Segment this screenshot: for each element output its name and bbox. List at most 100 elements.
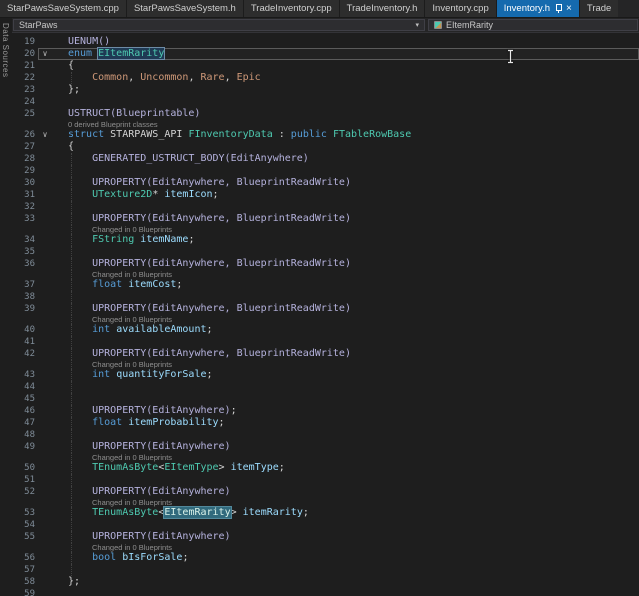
- line-number: 39: [24, 304, 35, 314]
- code-text: bool bIsForSale;: [52, 552, 639, 564]
- codelens-row: Changed in 0 Blueprints: [12, 543, 639, 552]
- fold-gutter: [38, 177, 52, 189]
- project-name: StarPaws: [19, 20, 58, 30]
- code-line-40[interactable]: 40 int availableAmount;: [12, 324, 639, 336]
- code-text: UPROPERTY(EditAnywhere): [52, 441, 639, 453]
- codelens-link[interactable]: 0 derived Blueprint classes: [68, 120, 158, 129]
- fold-gutter: [38, 360, 52, 369]
- codelens-text: Changed in 0 Blueprints: [52, 270, 639, 279]
- code-line-58[interactable]: 58};: [12, 576, 639, 588]
- fold-gutter: [38, 381, 52, 393]
- pin-icon[interactable]: [554, 3, 563, 14]
- project-dropdown[interactable]: StarPaws ▾: [13, 19, 425, 31]
- token: Uncommon: [140, 72, 189, 83]
- close-icon[interactable]: ×: [566, 3, 572, 14]
- code-line-25[interactable]: 25 USTRUCT(Blueprintable): [12, 108, 639, 120]
- code-line-21[interactable]: 21 {: [12, 60, 639, 72]
- codelens-link[interactable]: Changed in 0 Blueprints: [92, 225, 172, 234]
- fold-gutter: [38, 315, 52, 324]
- code-line-24[interactable]: 24: [12, 96, 639, 108]
- fold-gutter: [38, 225, 52, 234]
- code-text: UPROPERTY(EditAnywhere, BlueprintReadWri…: [52, 303, 639, 315]
- code-line-27[interactable]: 27 {: [12, 141, 639, 153]
- code-line-38[interactable]: 38: [12, 291, 639, 303]
- code-line-41[interactable]: 41: [12, 336, 639, 348]
- tab-starpawssavesystem.cpp[interactable]: StarPawsSaveSystem.cpp: [0, 0, 127, 17]
- code-line-33[interactable]: 33 UPROPERTY(EditAnywhere, BlueprintRead…: [12, 213, 639, 225]
- codelens-link[interactable]: Changed in 0 Blueprints: [92, 543, 172, 552]
- code-line-30[interactable]: 30 UPROPERTY(EditAnywhere, BlueprintRead…: [12, 177, 639, 189]
- line-number: 59: [24, 589, 35, 596]
- codelens-link[interactable]: Changed in 0 Blueprints: [92, 360, 172, 369]
- code-line-42[interactable]: 42 UPROPERTY(EditAnywhere, BlueprintRead…: [12, 348, 639, 360]
- line-number: 38: [24, 292, 35, 302]
- code-line-22[interactable]: 22 Common, Uncommon, Rare, Epic: [12, 72, 639, 84]
- code-line-48[interactable]: 48: [12, 429, 639, 441]
- code-line-36[interactable]: 36 UPROPERTY(EditAnywhere, BlueprintRead…: [12, 258, 639, 270]
- code-line-23[interactable]: 23};: [12, 84, 639, 96]
- fold-gutter: [38, 72, 52, 84]
- code-line-32[interactable]: 32: [12, 201, 639, 213]
- code-line-31[interactable]: 31 UTexture2D* itemIcon;: [12, 189, 639, 201]
- token: FTableRowBase: [332, 129, 412, 140]
- code-line-28[interactable]: 28 GENERATED_USTRUCT_BODY(EditAnywhere): [12, 153, 639, 165]
- code-line-59[interactable]: 59: [12, 588, 639, 596]
- code-line-56[interactable]: 56 bool bIsForSale;: [12, 552, 639, 564]
- code-line-35[interactable]: 35: [12, 246, 639, 258]
- fold-gutter: [38, 234, 52, 246]
- fold-gutter: [38, 108, 52, 120]
- tab-tradeinventory.cpp[interactable]: TradeInventory.cpp: [243, 0, 340, 17]
- code-text: UPROPERTY(EditAnywhere): [52, 531, 639, 543]
- code-text: float itemProbability;: [52, 417, 639, 429]
- codelens-link[interactable]: Changed in 0 Blueprints: [92, 498, 172, 507]
- line-number: 49: [24, 442, 35, 452]
- codelens-link[interactable]: Changed in 0 Blueprints: [92, 453, 172, 462]
- data-sources-tab[interactable]: Data Sources: [0, 19, 11, 81]
- code-line-37[interactable]: 37 float itemCost;: [12, 279, 639, 291]
- code-editor[interactable]: 19 UENUM() 20 ∨ enum EItemRarity 21{22 Common…: [12, 33, 639, 596]
- token: UPROPERTY(EditAnywhere): [92, 531, 231, 542]
- line-number: 47: [24, 418, 35, 428]
- code-line-45[interactable]: 45: [12, 393, 639, 405]
- code-line-46[interactable]: 46 UPROPERTY(EditAnywhere);: [12, 405, 639, 417]
- code-line-50[interactable]: 50 TEnumAsByte<EItemType> itemType;: [12, 462, 639, 474]
- code-line-43[interactable]: 43 int quantityForSale;: [12, 369, 639, 381]
- code-text: UPROPERTY(EditAnywhere, BlueprintReadWri…: [52, 213, 639, 225]
- code-line-44[interactable]: 44: [12, 381, 639, 393]
- fold-icon[interactable]: ∨: [38, 129, 52, 141]
- tab-tradeinventory.h[interactable]: TradeInventory.h: [339, 0, 426, 17]
- code-line-53[interactable]: 53 TEnumAsByte<EItemRarity> itemRarity;: [12, 506, 639, 519]
- code-line-26[interactable]: 26 ∨ struct STARPAWS_API FInventoryData : …: [12, 129, 639, 141]
- code-line-57[interactable]: 57: [12, 564, 639, 576]
- fold-icon[interactable]: ∨: [38, 48, 52, 60]
- code-line-39[interactable]: 39 UPROPERTY(EditAnywhere, BlueprintRead…: [12, 303, 639, 315]
- codelens-link[interactable]: Changed in 0 Blueprints: [92, 315, 172, 324]
- symbol-dropdown[interactable]: EItemRarity: [428, 19, 638, 31]
- code-line-20[interactable]: 20 ∨ enum EItemRarity: [12, 47, 639, 60]
- line-number: 35: [24, 247, 35, 257]
- tab-inventory.cpp[interactable]: Inventory.cpp: [425, 0, 497, 17]
- code-text: GENERATED_USTRUCT_BODY(EditAnywhere): [52, 153, 639, 165]
- code-line-19[interactable]: 19 UENUM(): [12, 36, 639, 48]
- token: ;: [218, 417, 225, 428]
- token: float: [92, 279, 123, 290]
- line-number: 29: [24, 166, 35, 176]
- code-line-47[interactable]: 47 float itemProbability;: [12, 417, 639, 429]
- code-line-54[interactable]: 54: [12, 519, 639, 531]
- code-line-34[interactable]: 34 FString itemName;: [12, 234, 639, 246]
- line-number: 56: [24, 553, 35, 563]
- code-line-29[interactable]: 29: [12, 165, 639, 177]
- codelens-link[interactable]: Changed in 0 Blueprints: [92, 270, 172, 279]
- tab-starpawssavesystem.h[interactable]: StarPawsSaveSystem.h: [126, 0, 244, 17]
- code-line-55[interactable]: 55 UPROPERTY(EditAnywhere): [12, 531, 639, 543]
- fold-gutter: [38, 552, 52, 564]
- code-line-49[interactable]: 49 UPROPERTY(EditAnywhere): [12, 441, 639, 453]
- code-text: int quantityForSale;: [52, 369, 639, 381]
- tab-inventory.h[interactable]: Inventory.h ×: [496, 0, 580, 17]
- tab-trade[interactable]: Trade: [579, 0, 619, 17]
- code-line-51[interactable]: 51: [12, 474, 639, 486]
- code-line-52[interactable]: 52 UPROPERTY(EditAnywhere): [12, 486, 639, 498]
